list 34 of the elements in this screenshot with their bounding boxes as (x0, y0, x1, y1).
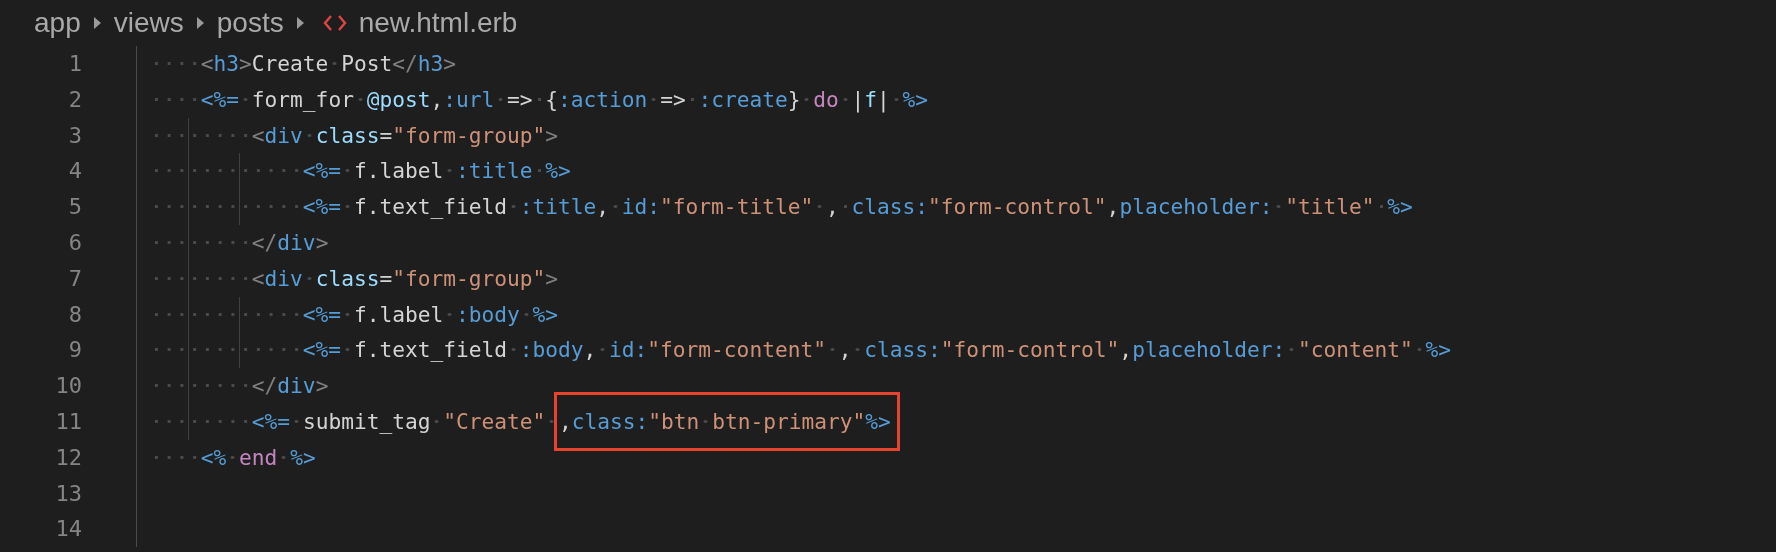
line-number: 8 (67, 300, 82, 329)
line-number: 13 (54, 479, 82, 508)
code-line: <% end %> (149, 439, 316, 476)
code-line: </div> (149, 225, 329, 261)
chevron-icon (295, 16, 305, 30)
code-line: <%= f.text_field :title, id:"form-title" , class:"form-control",placeholder: "title" %> (149, 189, 1413, 225)
code-line: <h3>Create Post</h3> (149, 46, 456, 82)
line-number: 14 (54, 515, 82, 544)
line-number: 9 (67, 336, 82, 365)
line-number: 3 (67, 121, 82, 150)
line-number: 10 (54, 372, 82, 401)
line-number: 5 (67, 193, 82, 222)
line-number: 2 (67, 85, 82, 114)
line-number: 11 (54, 407, 82, 436)
line-number: 4 (67, 157, 82, 186)
breadcrumb-item[interactable]: posts (216, 7, 284, 39)
code-line: <div class="form-group"> (149, 260, 559, 297)
code-line: <%= f.text_field :body, id:"form-content" , class:"form-control",placeholder: "content" %> (149, 332, 1452, 369)
highlight-box: ,class:"btn btn-primary"%> (554, 391, 900, 451)
code-line: </div> (149, 368, 329, 404)
code-icon (322, 14, 347, 32)
code-line: <%= form_for @post,:url => {:action => :create} do |f| %> (149, 81, 929, 118)
line-number: 1 (67, 50, 82, 78)
line-number: 12 (54, 443, 82, 472)
chevron-icon (195, 16, 205, 30)
line-number: 7 (67, 264, 82, 293)
breadcrumb-item[interactable]: new.html.erb (358, 7, 518, 39)
breadcrumb-item[interactable]: app (34, 7, 81, 39)
code-line: <%= f.label :body %> (149, 296, 558, 333)
breadcrumb-item[interactable]: views (113, 7, 184, 39)
code-line: <%= f.label :title %> (149, 153, 571, 190)
code-line: <div class="form-group"> (149, 117, 559, 154)
line-number: 6 (67, 229, 82, 257)
chevron-icon (92, 16, 102, 30)
